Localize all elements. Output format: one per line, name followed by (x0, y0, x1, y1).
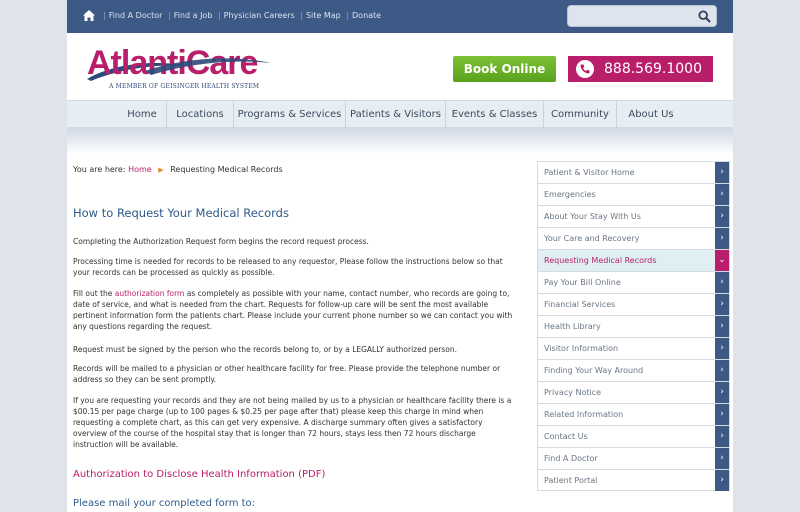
breadcrumb: You are here: Home ▶ Requesting Medical … (73, 165, 283, 174)
sidebar-item-financial-services[interactable]: Financial Services › (537, 293, 730, 315)
util-link-site-map[interactable]: Site Map (306, 11, 341, 20)
sidebar-item-related-information[interactable]: Related Information › (537, 403, 730, 425)
nav-events-classes[interactable]: Events & Classes (446, 101, 544, 128)
sidebar-item-contact-us[interactable]: Contact Us › (537, 425, 730, 447)
chevron-right-icon: › (715, 426, 729, 447)
sidebar-item-label: Finding Your Way Around (544, 366, 644, 375)
sidebar-item-health-library[interactable]: Health Library › (537, 315, 730, 337)
sidebar-item-label: Health Library (544, 322, 601, 331)
chevron-right-icon: › (715, 294, 729, 315)
search-input[interactable] (567, 5, 717, 27)
breadcrumb-arrow-icon: ▶ (158, 166, 164, 174)
sidebar-item-label: Find A Doctor (544, 454, 598, 463)
sidebar-item-label: Patient Portal (544, 476, 598, 485)
utility-bar: | Find A Doctor | Find a Job | Physician Ca… (67, 0, 733, 33)
phone-number: 888.569.1000 (604, 61, 702, 77)
paragraph-mailed: Records will be mailed to a physician or… (73, 364, 501, 384)
sidebar-item-label: Pay Your Bill Online (544, 278, 621, 287)
sidebar-item-finding-your-way[interactable]: Finding Your Way Around › (537, 359, 730, 381)
sidebar-item-privacy-notice[interactable]: Privacy Notice › (537, 381, 730, 403)
sidebar-item-label: Financial Services (544, 300, 616, 309)
breadcrumb-current: Requesting Medical Records (170, 165, 283, 174)
chevron-right-icon: › (715, 338, 729, 359)
content-panel: You are here: Home ▶ Requesting Medical … (67, 154, 733, 512)
sidebar-item-label: Requesting Medical Records (544, 256, 657, 265)
breadcrumb-prefix: You are here: (73, 165, 126, 174)
book-online-button[interactable]: Book Online (453, 56, 556, 82)
sidebar-item-pay-bill[interactable]: Pay Your Bill Online › (537, 271, 730, 293)
nav-community[interactable]: Community (544, 101, 617, 128)
p3-before: Fill out the (73, 289, 115, 298)
sidebar-item-emergencies[interactable]: Emergencies › (537, 183, 730, 205)
chevron-right-icon: › (715, 206, 729, 227)
utility-links: | Find A Doctor | Find a Job | Physician Ca… (103, 11, 382, 20)
sidebar-item-label: About Your Stay With Us (544, 212, 641, 221)
chevron-right-icon: › (715, 162, 729, 183)
util-link-physician-careers[interactable]: Physician Careers (224, 11, 295, 20)
logo-tagline: A MEMBER OF GEISINGER HEALTH SYSTEM (109, 83, 260, 90)
sidebar-item-label: Privacy Notice (544, 388, 602, 397)
chevron-right-icon: › (715, 228, 729, 249)
nav-home[interactable]: Home (118, 101, 167, 128)
chevron-right-icon: › (715, 470, 729, 491)
paragraph-processing: Processing time is needed for records to… (73, 257, 503, 277)
authorization-pdf-link[interactable]: Authorization to Disclose Health Informa… (73, 469, 325, 480)
authorization-form-link[interactable]: authorization form (115, 289, 185, 298)
chevron-right-icon: › (715, 316, 729, 337)
nav-programs-services[interactable]: Programs & Services (234, 101, 346, 128)
nav-about-us[interactable]: About Us (617, 101, 685, 128)
main-nav: Home Locations Programs & Services Patie… (67, 100, 733, 128)
sidebar-item-label: Your Care and Recovery (544, 234, 640, 243)
chevron-right-icon: › (715, 360, 729, 381)
phone-icon (576, 60, 594, 78)
search-icon[interactable] (698, 10, 711, 23)
nav-patients-visitors[interactable]: Patients & Visitors (346, 101, 446, 128)
nav-locations[interactable]: Locations (167, 101, 234, 128)
sidebar-item-patient-portal[interactable]: Patient Portal › (537, 469, 730, 491)
paragraph-intro: Completing the Authorization Request for… (73, 237, 369, 246)
home-icon[interactable] (82, 9, 96, 22)
chevron-right-icon: › (715, 272, 729, 293)
sidebar-item-your-care[interactable]: Your Care and Recovery › (537, 227, 730, 249)
breadcrumb-home-link[interactable]: Home (128, 165, 152, 174)
sidebar-item-label: Related Information (544, 410, 624, 419)
sidebar-item-visitor-information[interactable]: Visitor Information › (537, 337, 730, 359)
paragraph-charges: If you are requesting your records and t… (73, 396, 512, 449)
sidebar-item-requesting-medical-records[interactable]: Requesting Medical Records ⌄ (537, 249, 730, 271)
site-header: AtlantiCare A MEMBER OF GEISINGER HEALTH… (67, 33, 733, 100)
nav-shadow (67, 128, 733, 154)
chevron-right-icon: › (715, 382, 729, 403)
sidebar-item-patient-visitor-home[interactable]: Patient & Visitor Home › (537, 161, 730, 183)
paragraph-fill-out: Fill out the authorization form as compl… (73, 288, 513, 332)
sidebar-item-find-a-doctor[interactable]: Find A Doctor › (537, 447, 730, 469)
util-link-find-a-job[interactable]: Find a Job (174, 11, 213, 20)
chevron-right-icon: › (715, 184, 729, 205)
svg-text:AtlantiCare: AtlantiCare (87, 44, 257, 82)
chevron-down-icon: ⌄ (715, 250, 729, 271)
sidebar-item-label: Emergencies (544, 190, 596, 199)
sidebar-item-label: Visitor Information (544, 344, 619, 353)
util-link-donate[interactable]: Donate (352, 11, 381, 20)
paragraph-signature: Request must be signed by the person who… (73, 345, 457, 354)
phone-button[interactable]: 888.569.1000 (568, 56, 713, 82)
sidebar-nav: Patient & Visitor Home › Emergencies › Abo… (537, 161, 730, 491)
page-title: How to Request Your Medical Records (73, 206, 289, 220)
util-link-find-a-doctor[interactable]: Find A Doctor (109, 11, 163, 20)
chevron-right-icon: › (715, 448, 729, 469)
sidebar-item-label: Patient & Visitor Home (544, 168, 635, 177)
sidebar-item-label: Contact Us (544, 432, 588, 441)
chevron-right-icon: › (715, 404, 729, 425)
mail-form-heading: Please mail your completed form to: (73, 498, 256, 509)
sidebar-item-about-your-stay[interactable]: About Your Stay With Us › (537, 205, 730, 227)
